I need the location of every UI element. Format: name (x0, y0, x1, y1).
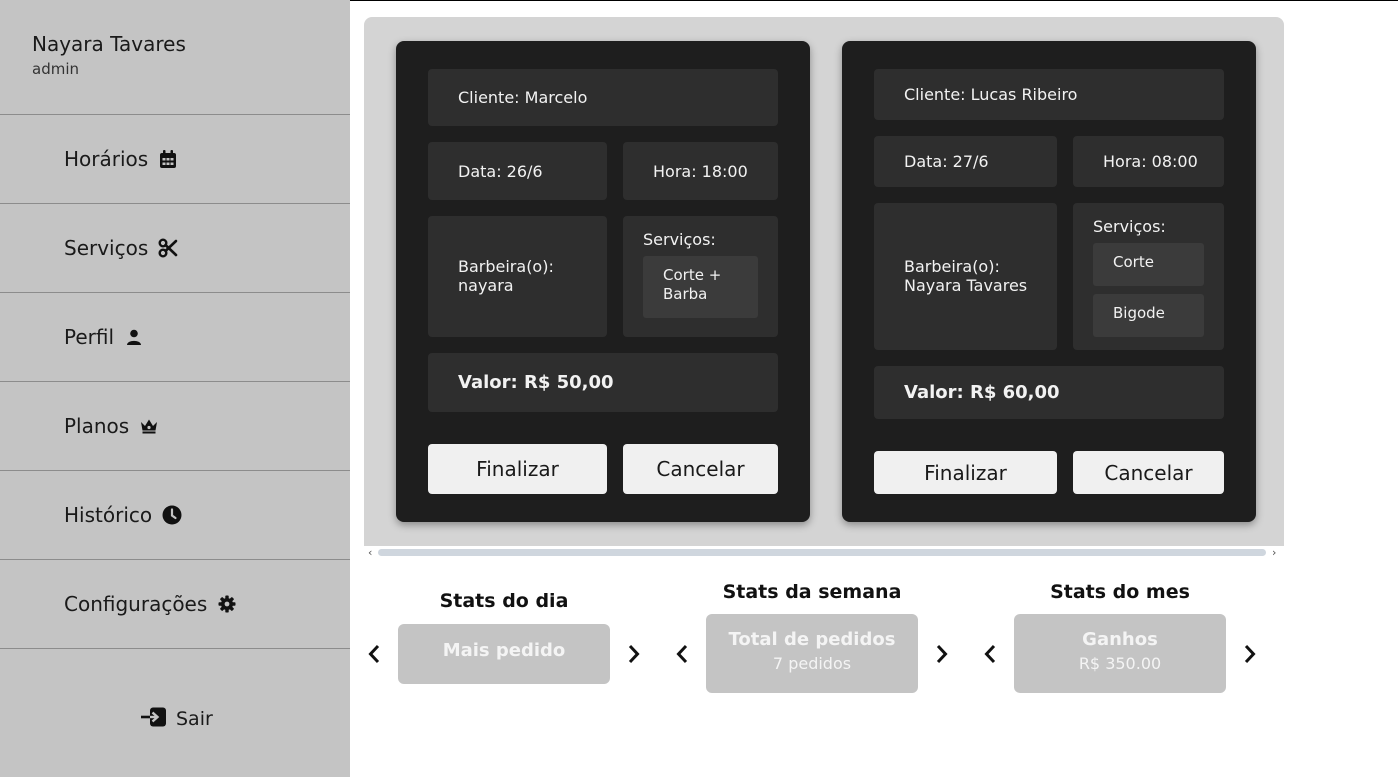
logout-button[interactable]: Sair (140, 706, 213, 732)
services-field: Serviços: Corte + Barba (623, 216, 778, 337)
carousel-scrollbar[interactable]: ‹ › (364, 546, 1284, 560)
sidebar-item-servicos[interactable]: Serviços (0, 203, 350, 292)
scroll-right-icon[interactable]: › (1272, 546, 1276, 559)
appointment-card: Cliente: Lucas Ribeiro Data: 27/6 Hora: … (842, 41, 1256, 522)
cancel-button[interactable]: Cancelar (1073, 451, 1224, 494)
user-icon (124, 327, 144, 347)
stats-day-prev-button[interactable] (364, 641, 384, 667)
sidebar-item-label: Serviços (64, 236, 149, 260)
sidebar-item-label: Planos (64, 414, 130, 438)
sidebar-item-label: Perfil (64, 325, 115, 349)
barber-field: Barbeira(o): nayara (428, 216, 607, 337)
logout-label: Sair (176, 708, 213, 730)
stats-week-prev-button[interactable] (672, 641, 692, 667)
stats-day-next-button[interactable] (624, 641, 644, 667)
crown-icon (139, 416, 159, 436)
appointments-carousel[interactable]: Cliente: Marcelo Data: 26/6 Hora: 18:00 … (364, 17, 1284, 546)
chevron-right-icon (936, 644, 948, 664)
user-role: admin (32, 60, 79, 78)
chevron-left-icon (676, 644, 688, 664)
scrollbar-thumb[interactable] (378, 549, 1266, 556)
sidebar-item-historico[interactable]: Histórico (0, 470, 350, 559)
user-name: Nayara Tavares (32, 32, 186, 56)
sign-in-icon (140, 706, 168, 732)
time-field: Hora: 18:00 (623, 142, 778, 200)
barber-name: Nayara Tavares (904, 276, 1028, 295)
stats-day-title: Stats do dia (439, 590, 569, 612)
price-field: Valor: R$ 60,00 (874, 366, 1224, 419)
chevron-left-icon (984, 644, 996, 664)
finalize-button[interactable]: Finalizar (428, 444, 607, 494)
appointment-card: Cliente: Marcelo Data: 26/6 Hora: 18:00 … (396, 41, 810, 522)
service-chip: Bigode (1093, 294, 1204, 337)
services-label: Serviços: (1093, 217, 1166, 236)
sidebar-item-label: Horários (64, 147, 149, 171)
stats-month-next-button[interactable] (1240, 641, 1260, 667)
client-field: Cliente: Marcelo (428, 69, 778, 126)
chevron-right-icon (628, 644, 640, 664)
sidebar-item-configuracoes[interactable]: Configurações (0, 559, 350, 648)
service-chip: Corte + Barba (643, 256, 758, 318)
services-field: Serviços: Corte Bigode (1073, 203, 1224, 350)
user-info: Nayara Tavares admin (32, 32, 186, 78)
scissors-icon (158, 238, 178, 258)
sidebar-item-planos[interactable]: Planos (0, 381, 350, 470)
chevron-right-icon (1244, 644, 1256, 664)
date-field: Data: 27/6 (874, 136, 1057, 187)
stats-month-prev-button[interactable] (980, 641, 1000, 667)
calendar-icon (158, 149, 178, 169)
barber-field: Barbeira(o): Nayara Tavares (874, 203, 1057, 350)
sidebar-item-label: Configurações (64, 592, 208, 616)
clock-icon (162, 505, 182, 525)
barber-label: Barbeira(o): (904, 257, 1000, 276)
stats-day-card: Mais pedido (398, 624, 610, 684)
stats-month-sub: R$ 350.00 (1078, 654, 1162, 673)
stats-week-next-button[interactable] (932, 641, 952, 667)
stats-day-value: Mais pedido (442, 640, 566, 661)
top-border (350, 0, 1398, 1)
sidebar-item-perfil[interactable]: Perfil (0, 292, 350, 381)
stats-week-sub: 7 pedidos (772, 654, 852, 673)
date-field: Data: 26/6 (428, 142, 607, 200)
gear-icon (217, 594, 237, 614)
price-field: Valor: R$ 50,00 (428, 353, 778, 412)
stats-week-value: Total de pedidos (728, 629, 896, 650)
stats-month-card: Ganhos R$ 350.00 (1014, 614, 1226, 693)
services-label: Serviços: (643, 230, 716, 249)
sidebar-item-horarios[interactable]: Horários (0, 114, 350, 203)
stats-week-card: Total de pedidos 7 pedidos (706, 614, 918, 693)
client-field: Cliente: Lucas Ribeiro (874, 69, 1224, 120)
scroll-left-icon[interactable]: ‹ (368, 546, 372, 559)
sidebar-item-label: Histórico (64, 503, 153, 527)
finalize-button[interactable]: Finalizar (874, 451, 1057, 494)
sidebar: Nayara Tavares admin Horários Serviços P… (0, 0, 350, 777)
cancel-button[interactable]: Cancelar (623, 444, 778, 494)
service-chip: Corte (1093, 243, 1204, 286)
stats-month-value: Ganhos (1082, 629, 1158, 650)
chevron-left-icon (368, 644, 380, 664)
stats-month-title: Stats do mes (1050, 581, 1190, 603)
stats-week-title: Stats da semana (722, 581, 902, 603)
barber-label: Barbeira(o): (458, 257, 554, 276)
sidebar-divider (0, 648, 350, 649)
time-field: Hora: 08:00 (1073, 136, 1224, 187)
barber-name: nayara (458, 276, 514, 295)
